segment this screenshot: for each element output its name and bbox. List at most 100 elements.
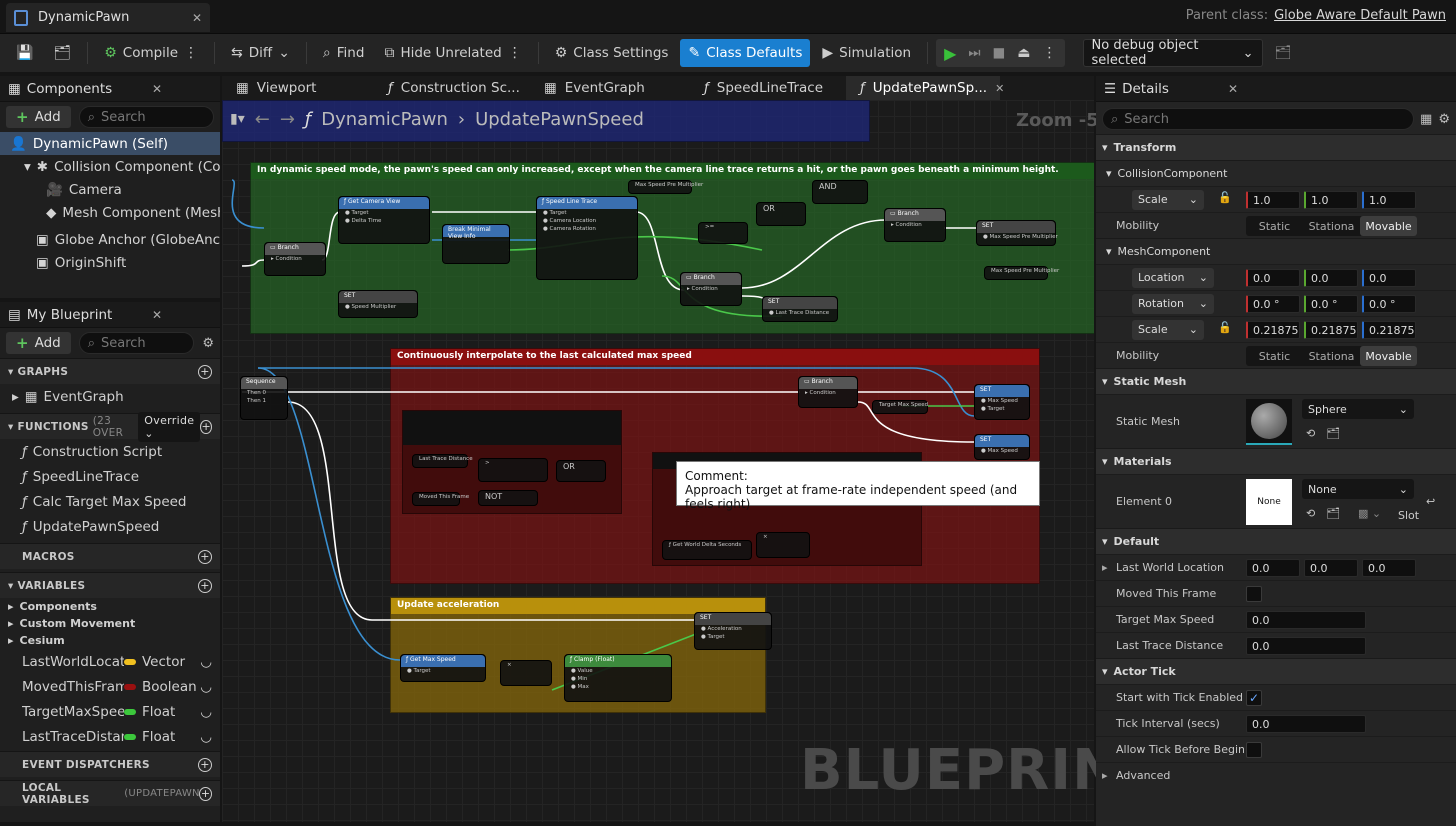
get-moved-this-frame[interactable]: Moved This Frame [412,492,469,506]
graphs-section[interactable]: ▾ GRAPHS + [0,358,220,384]
back-arrow-icon[interactable]: ↩ [1426,495,1435,508]
or-node[interactable]: OR [556,460,606,482]
material-thumbnail[interactable]: None [1246,479,1292,525]
expand-icon[interactable]: ▾ [24,159,31,175]
add-circle-icon[interactable]: + [198,578,212,593]
set-max-speed-node[interactable]: SET ● Max Speed [974,434,1030,460]
parent-class-link[interactable]: Globe Aware Default Pawn [1274,8,1446,23]
rotation-x-input[interactable]: 0.0 ° [1246,295,1300,313]
mobility-stationary[interactable]: Stationa [1303,216,1360,236]
expand-icon[interactable]: ▸ [1102,561,1108,574]
branch-node[interactable]: ▭ Branch ▸ Condition [798,376,858,408]
tab-event-graph[interactable]: ▦ EventGraph [530,76,690,100]
variable-item[interactable]: TargetMaxSpeed Float ◡ [0,699,220,724]
actor-tick-section[interactable]: ▾ Actor Tick [1096,658,1456,684]
tick-interval-input[interactable]: 0.0 [1246,715,1366,733]
components-search-input[interactable]: ⌕ Search [78,106,214,128]
lwl-x-input[interactable]: 0.0 [1246,559,1300,577]
greater-node[interactable]: > [478,458,548,482]
forward-icon[interactable]: → [280,109,295,130]
save-button[interactable]: 💾 [8,39,41,67]
local-variables-section[interactable]: LOCAL VARIABLES (UPDATEPAWNSPE+ [0,780,220,806]
mobility-stationary[interactable]: Stationa [1303,346,1360,366]
my-blueprint-tab[interactable]: ▤ My Blueprint ✕ [0,302,220,328]
variable-item[interactable]: LastTraceDistanc Float ◡ [0,724,220,749]
get-max-speed-pre-multiplier[interactable]: Max Speed Pre Multiplier [628,180,703,194]
multiply-node[interactable]: × [756,532,810,558]
function-item[interactable]: ƒ Construction Script [0,439,220,464]
lwl-y-input[interactable]: 0.0 [1304,559,1358,577]
close-icon[interactable]: ✕ [152,308,162,322]
reset-icon[interactable]: ⟲ [1306,427,1315,440]
branch-node[interactable]: ▭ Branch ▸ Condition [264,242,326,276]
gear-icon[interactable]: ⚙ [202,336,214,351]
my-blueprint-search-input[interactable]: ⌕ Search [78,332,195,354]
and-node[interactable]: AND [812,180,868,204]
hide-unrelated-button[interactable]: ⧉ Hide Unrelated ⋮ [376,39,529,67]
details-tab[interactable]: ☰ Details ✕ [1096,76,1456,102]
class-defaults-button[interactable]: ✎ Class Defaults [680,39,811,67]
simulation-button[interactable]: ▶ Simulation [814,39,919,67]
close-icon[interactable]: ✕ [192,11,202,25]
component-item-origin-shift[interactable]: ▣ OriginShift [0,251,220,274]
debug-object-select[interactable]: No debug object selected ⌄ [1082,38,1263,68]
moved-this-frame-checkbox[interactable] [1246,586,1262,602]
variable-group[interactable]: ▸ Components [0,598,220,615]
get-last-trace-distance[interactable]: Last Trace Distance [412,454,473,468]
debug-browse-button[interactable]: 🗂 [1267,39,1300,67]
set-max-speed-node[interactable]: SET ● Max Speed Pre Multiplier [976,220,1058,246]
override-dropdown[interactable]: Override ⌄ [138,411,201,442]
static-mesh-thumbnail[interactable] [1246,399,1292,445]
mobility-toggle[interactable]: Static Stationa Movable [1246,346,1417,366]
compile-button[interactable]: ⚙ Compile ⋮ [96,39,206,67]
add-circle-icon[interactable]: + [198,549,212,564]
tab-construction-script[interactable]: ƒ Construction Sc... [374,76,530,100]
get-max-speed-pre-multiplier[interactable]: Max Speed Pre Multiplier [984,266,1059,280]
scale-dropdown[interactable]: Scale ⌄ [1132,189,1204,210]
diff-button[interactable]: ⇆ Diff ⌄ [223,39,298,67]
component-item-self[interactable]: 👤 DynamicPawn (Self) [0,132,220,155]
eye-icon[interactable]: ◡ [200,654,212,670]
variable-group[interactable]: ▸ Cesium [0,632,220,649]
component-item-collision[interactable]: ▾ ✱ Collision Component (Col [0,155,220,178]
mobility-movable[interactable]: Movable [1360,216,1417,236]
start-with-tick-checkbox[interactable]: ✓ [1246,690,1262,706]
add-circle-icon[interactable]: + [198,364,212,379]
location-y-input[interactable]: 0.0 [1304,269,1358,287]
event-dispatchers-section[interactable]: EVENT DISPATCHERS + [0,751,220,777]
close-icon[interactable]: ✕ [1228,82,1238,96]
component-item-mesh[interactable]: ◆ Mesh Component (Mesh [0,201,220,224]
collision-component-section[interactable]: ▾ CollisionComponent [1096,160,1456,186]
document-tab[interactable]: DynamicPawn ✕ [6,3,210,32]
break-view-info-node[interactable]: Break Minimal View Info [442,224,510,264]
stop-icon[interactable]: ■ [993,45,1006,61]
variable-item[interactable]: MovedThisFrame Boolean◡ [0,674,220,699]
mobility-static[interactable]: Static [1246,216,1303,236]
set-speed-multiplier-node[interactable]: SET ● Speed Multiplier [338,290,418,318]
function-item[interactable]: ƒ Calc Target Max Speed [0,489,220,514]
variable-item[interactable]: LastWorldLocatio Vector ◡ [0,649,220,674]
multiply-node[interactable]: × [500,660,552,686]
folder-search-icon[interactable]: 🗂 [1326,427,1340,440]
function-item[interactable]: ƒ UpdatePawnSpeed [0,514,220,539]
advanced-row[interactable]: ▸ Advanced [1096,762,1456,788]
static-mesh-dropdown[interactable]: Sphere ⌄ [1302,399,1414,419]
location-z-input[interactable]: 0.0 [1362,269,1416,287]
location-dropdown[interactable]: Location ⌄ [1132,267,1214,288]
scale-x-input[interactable]: 1.0 [1246,191,1300,209]
eye-icon[interactable]: ◡ [200,679,212,695]
add-circle-icon[interactable]: + [199,786,212,801]
branch-node[interactable]: ▭ Branch ▸ Condition [680,272,742,306]
add-circle-icon[interactable]: + [198,757,212,772]
material-dropdown[interactable]: None ⌄ [1302,479,1414,499]
scale-z-input[interactable]: 1.0 [1362,191,1416,209]
component-item-globe-anchor[interactable]: ▣ Globe Anchor (GlobeAnch [0,228,220,251]
lock-icon[interactable]: 🔓 [1218,321,1232,334]
mesh-component-section[interactable]: ▾ MeshComponent [1096,238,1456,264]
bookmark-icon[interactable]: ▮▾ [230,111,245,127]
compare-node[interactable]: >= [698,222,748,244]
get-camera-view-node[interactable]: ƒ Get Camera View ● Target ● Delta Time [338,196,430,244]
rotation-dropdown[interactable]: Rotation ⌄ [1132,293,1214,314]
function-item[interactable]: ƒ SpeedLineTrace [0,464,220,489]
clamp-float-node[interactable]: ƒ Clamp (Float) ● Value ● Min ● Max [564,654,672,702]
